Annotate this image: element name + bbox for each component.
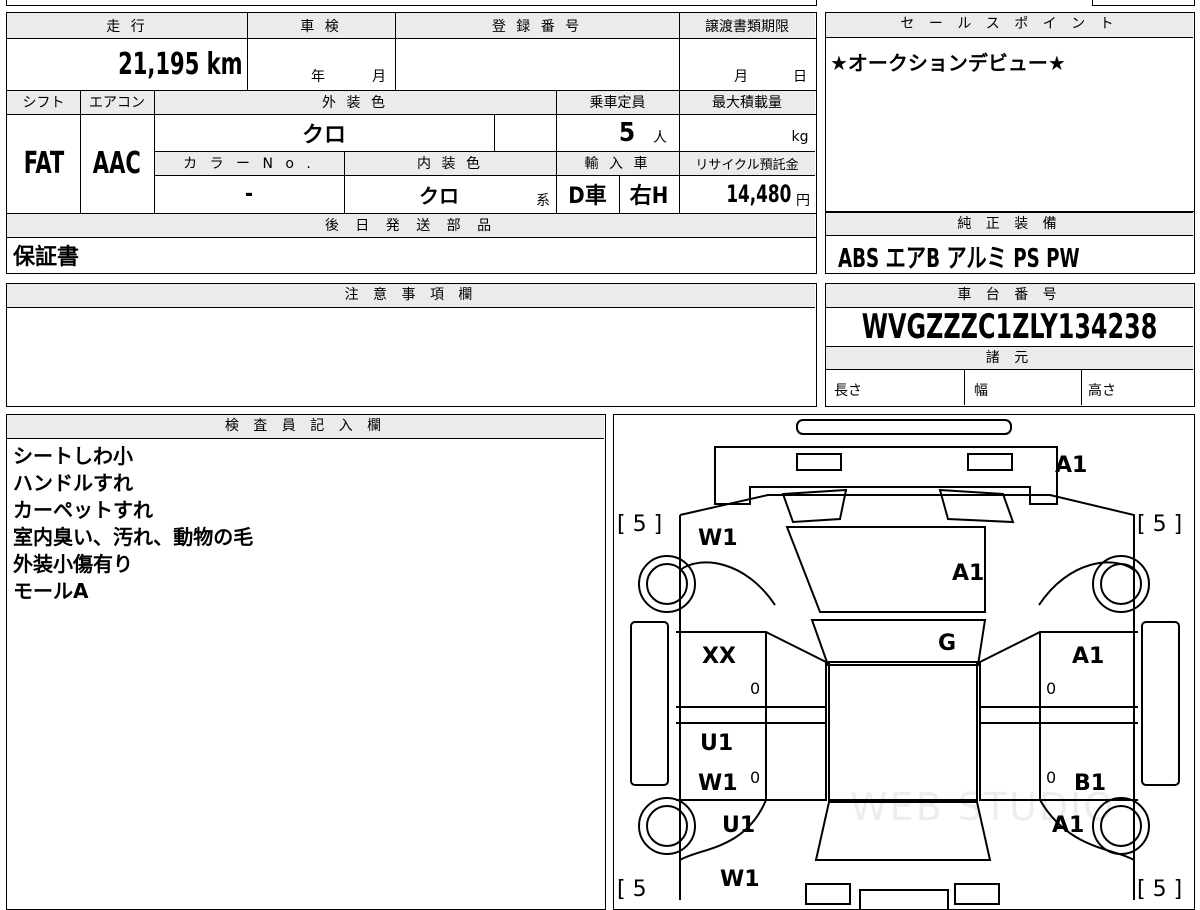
- zero-mark-1: 0: [750, 679, 760, 698]
- aircon-value: AAC: [80, 114, 154, 213]
- top-strip: [6, 0, 817, 6]
- exterior-header: 外 装 色: [322, 95, 388, 111]
- equipment-header: 純 正 装 備: [826, 212, 1193, 236]
- exterior-value: クロ: [301, 122, 346, 148]
- capacity-value: 5: [618, 117, 636, 148]
- note-5: 外装小傷有り: [13, 552, 133, 576]
- vehicle-info-table: 走 行 車 検 登 録 番 号 譲渡書類期限 21,195 km 年 月 月 日…: [6, 12, 817, 274]
- sales-point-header: セ ー ル ス ポ イ ン ト: [826, 13, 1193, 38]
- chassis-text: WVGZZZC1ZLY134238: [861, 307, 1158, 347]
- color-no-header: カ ラ ー N o .: [183, 156, 315, 172]
- specs-header: 諸 元: [826, 346, 1193, 370]
- aircon-text: AAC: [92, 146, 142, 181]
- note-2: ハンドルすれ: [13, 471, 133, 495]
- recycle-unit: 円: [796, 193, 810, 209]
- deadline-header: 譲渡書類期限: [705, 18, 789, 35]
- tire-rear-left: [ 5: [617, 877, 647, 902]
- import-header: 輸 入 車: [584, 156, 651, 172]
- chassis-value: WVGZZZC1ZLY134238: [826, 307, 1193, 347]
- capacity-unit: 人: [653, 130, 667, 146]
- watermark: WEB STUDIO: [850, 785, 1115, 829]
- deadline-day: 日: [793, 69, 807, 85]
- shift-header: シフト: [22, 95, 65, 111]
- later-parts-header: 後 日 発 送 部 品: [324, 218, 498, 234]
- load-header: 最大積載量: [712, 95, 782, 111]
- mileage-value: 21,195 km: [7, 38, 243, 90]
- interior-suffix: 系: [536, 193, 550, 209]
- mark-rear-door-left-1: U1: [700, 731, 733, 756]
- recycle-value: 14,480: [679, 175, 791, 213]
- mark-hood: A1: [952, 561, 984, 586]
- later-parts-value: 保証書: [13, 244, 80, 270]
- sales-point-value: ★オークションデビュー★: [830, 51, 1066, 75]
- color-no-value: -: [244, 181, 254, 207]
- width-label: 幅: [974, 383, 988, 399]
- car-diagram-panel: A1 A1 W1 G XX A1 U1 W1 B1 U1 A1 W1 [ 5 ]…: [613, 414, 1195, 910]
- shift-text: FAT: [23, 146, 64, 181]
- equipment-panel: 純 正 装 備 ABS エアB アルミ PS PW: [825, 212, 1195, 274]
- caution-panel: 注 意 事 項 欄: [6, 283, 817, 407]
- registration-header: 登 録 番 号: [491, 18, 583, 35]
- load-unit: kg: [791, 129, 809, 145]
- tire-front-right: [ 5 ]: [1137, 512, 1182, 537]
- shift-value: FAT: [7, 114, 80, 213]
- zero-mark-3: 0: [750, 768, 760, 787]
- top-strip-right: [1092, 0, 1195, 6]
- mileage-text: 21,195 km: [118, 46, 243, 82]
- note-4: 室内臭い、汚れ、動物の毛: [13, 525, 254, 549]
- inspection-month: 月: [372, 69, 386, 85]
- mark-front-bumper: A1: [1055, 453, 1087, 478]
- tire-front-left: [ 5 ]: [617, 512, 662, 537]
- interior-value: クロ: [419, 183, 459, 208]
- recycle-text: 14,480: [726, 180, 791, 208]
- inspection-header: 車 検: [300, 18, 342, 35]
- tire-rear-right: [ 5 ]: [1137, 877, 1182, 902]
- zero-mark-2: 0: [1046, 679, 1056, 698]
- mark-rear-left: W1: [720, 867, 760, 892]
- inspector-notes: シートしわ小 ハンドルすれ カーペットすれ 室内臭い、汚れ、動物の毛 外装小傷有…: [13, 443, 253, 605]
- equipment-value: ABS エアB アルミ PS PW: [838, 238, 1148, 275]
- height-label: 高さ: [1088, 383, 1116, 399]
- length-label: 長さ: [834, 383, 862, 399]
- caution-header: 注 意 事 項 欄: [7, 284, 815, 308]
- note-6: モールA: [13, 579, 89, 603]
- chassis-header: 車 台 番 号: [826, 284, 1193, 308]
- aircon-header: エアコン: [89, 95, 145, 111]
- inspector-panel: 検 査 員 記 入 欄 シートしわ小 ハンドルすれ カーペットすれ 室内臭い、汚…: [6, 414, 606, 910]
- interior-header: 内 装 色: [417, 156, 483, 172]
- import-handle: 右H: [629, 184, 669, 209]
- inspector-header: 検 査 員 記 入 欄: [7, 415, 604, 439]
- mark-rear-fender-left: U1: [722, 813, 755, 838]
- mileage-header: 走 行: [106, 18, 148, 35]
- note-3: カーペットすれ: [13, 498, 153, 522]
- mark-windshield: G: [938, 631, 956, 656]
- mark-rear-door-left-2: W1: [698, 771, 738, 796]
- mark-front-door-right: A1: [1072, 644, 1104, 669]
- import-dealer: D車: [568, 184, 607, 209]
- sales-point-panel: セ ー ル ス ポ イ ン ト ★オークションデビュー★: [825, 12, 1195, 212]
- chassis-panel: 車 台 番 号 WVGZZZC1ZLY134238 諸 元 長さ 幅 高さ: [825, 283, 1195, 407]
- deadline-month: 月: [734, 69, 748, 85]
- equipment-text: ABS エアB アルミ PS PW: [838, 244, 1080, 274]
- car-diagram: A1 A1 W1 G XX A1 U1 W1 B1 U1 A1 W1 [ 5 ]…: [617, 418, 1182, 910]
- mark-front-fender-left: W1: [698, 526, 738, 551]
- mark-front-door-left: XX: [702, 644, 736, 669]
- recycle-header: リサイクル預託金: [695, 157, 799, 173]
- inspection-year: 年: [311, 69, 325, 85]
- note-1: シートしわ小: [13, 444, 133, 468]
- capacity-header: 乗車定員: [589, 95, 646, 111]
